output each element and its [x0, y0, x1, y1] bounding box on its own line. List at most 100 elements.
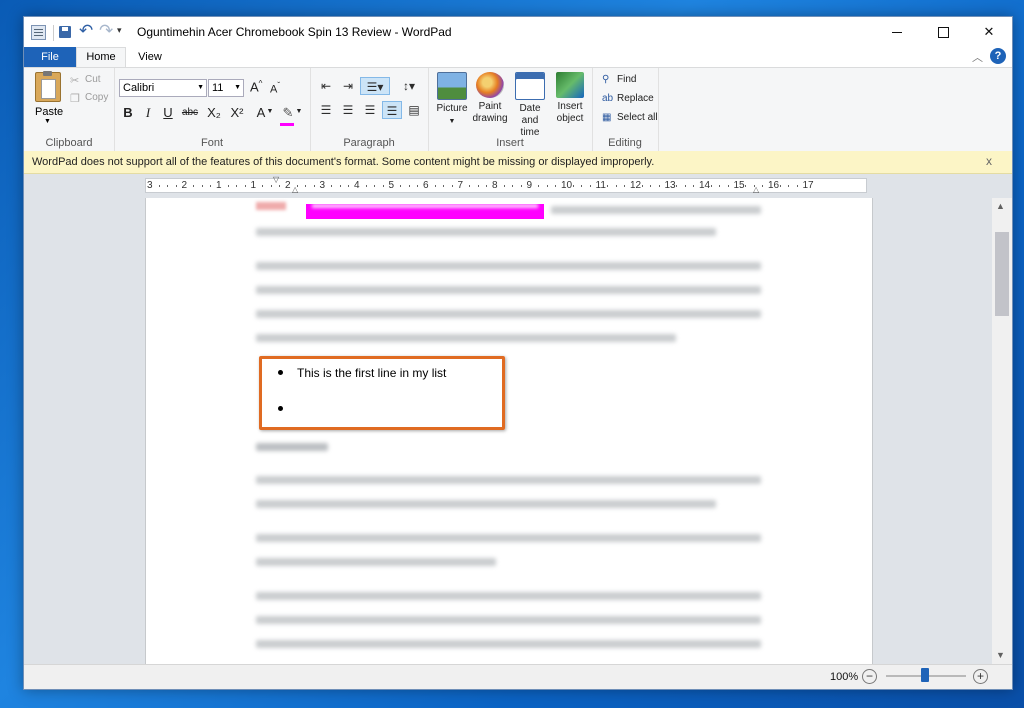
ruler-number: 10	[561, 180, 573, 191]
ruler-tick	[400, 185, 402, 187]
undo-icon[interactable]: ↶	[79, 22, 95, 39]
underline-button[interactable]: U	[160, 105, 176, 120]
help-icon[interactable]: ?	[990, 48, 1006, 64]
highlight-dropdown-icon[interactable]: ▼	[295, 108, 303, 115]
copy-icon: ❐	[70, 93, 80, 105]
ruler-tick	[684, 185, 686, 187]
customize-quick-access-icon[interactable]: ▾	[117, 25, 133, 41]
ruler-tick	[175, 185, 177, 187]
line-spacing-icon[interactable]: ↕▾	[396, 77, 422, 95]
scrollbar-thumb[interactable]	[995, 232, 1009, 316]
tab-home[interactable]: Home	[76, 47, 126, 67]
blurred-text-line	[256, 286, 761, 294]
font-size-select[interactable]: 11 ▼	[208, 79, 244, 97]
ruler-tick	[382, 185, 384, 187]
first-line-indent-marker[interactable]: ▽	[273, 175, 279, 184]
superscript-button[interactable]: X²	[227, 105, 247, 120]
bullet-list-icon[interactable]: ☰▾	[360, 77, 390, 95]
ruler-tick	[305, 185, 307, 187]
scissors-icon: ✂	[70, 75, 80, 87]
insert-object-label-1: Insert	[557, 101, 583, 112]
redo-icon[interactable]: ↷	[99, 22, 115, 39]
document-page[interactable]: This is the first line in my list	[145, 198, 873, 664]
italic-button[interactable]: I	[140, 105, 156, 121]
increase-indent-icon[interactable]: ⇥	[338, 77, 358, 95]
strikethrough-button[interactable]: abc	[180, 107, 200, 118]
save-icon[interactable]	[59, 26, 71, 38]
grow-font-button[interactable]: A^	[250, 79, 262, 94]
minimize-button[interactable]	[874, 17, 920, 47]
tab-view[interactable]: View	[130, 47, 170, 67]
ruler-tick	[210, 185, 212, 187]
insert-group-label: Insert	[496, 137, 524, 149]
paste-button[interactable]: Paste	[35, 106, 63, 118]
font-family-select[interactable]: Calibri ▼	[119, 79, 207, 97]
insert-object-button[interactable]: Insert object	[550, 72, 590, 125]
subscript-button[interactable]: X₂	[204, 105, 224, 120]
decrease-indent-icon[interactable]: ⇤	[316, 77, 336, 95]
ruler-tick	[503, 185, 505, 187]
ruler-tick	[434, 185, 436, 187]
copy-button[interactable]: Copy	[85, 92, 108, 103]
status-bar: 100% − +	[24, 664, 1012, 689]
picture-button[interactable]: Picture ▼	[432, 72, 472, 128]
maximize-button[interactable]	[920, 17, 966, 47]
zoom-out-button[interactable]: −	[862, 669, 877, 684]
select-all-button[interactable]: ▦ Select all	[602, 112, 658, 123]
ruler-number: 4	[354, 180, 360, 191]
zoom-in-button[interactable]: +	[973, 669, 988, 684]
close-button[interactable]: ✕	[966, 17, 1012, 47]
list-item-1[interactable]: This is the first line in my list	[297, 366, 446, 380]
scroll-down-icon[interactable]: ▼	[996, 650, 1005, 660]
ruler-tick	[753, 185, 755, 187]
font-group: Calibri ▼ 11 ▼ A^ Aˇ B I U abc X₂ X² A ▼…	[114, 68, 311, 152]
tab-file[interactable]: File	[24, 47, 76, 67]
zoom-slider-thumb[interactable]	[921, 668, 929, 682]
paste-dropdown-icon[interactable]: ▼	[44, 118, 51, 125]
ruler-tick	[339, 185, 341, 187]
shrink-font-button[interactable]: Aˇ	[270, 81, 280, 96]
infobar-close-button[interactable]: x	[986, 154, 992, 168]
wordpad-app-icon[interactable]	[31, 25, 46, 40]
ruler-number: 15	[733, 180, 745, 191]
ruler-area: ▽ △ △ 3 2 1 1 2 3 4 5 6 7 8 9 10 11 12 13 14 15 16 17	[24, 174, 1012, 198]
paste-icon[interactable]	[35, 71, 61, 102]
ruler-tick	[313, 185, 315, 187]
cut-button[interactable]: Cut	[85, 74, 101, 85]
grow-font-label: A	[250, 79, 259, 95]
vertical-scrollbar[interactable]: ▲ ▼	[992, 198, 1012, 664]
align-right-icon[interactable]: ☰	[360, 101, 380, 119]
blurred-text-line	[256, 534, 761, 542]
collapse-ribbon-icon[interactable]: ︿	[972, 49, 983, 65]
ruler-tick	[236, 185, 238, 187]
paragraph-settings-icon[interactable]: ▤	[404, 101, 424, 119]
ruler-tick	[331, 185, 333, 187]
ruler[interactable]: ▽ △ △ 3 2 1 1 2 3 4 5 6 7 8 9 10 11 12 13 14 15 16 17	[145, 175, 867, 194]
highlight-button[interactable]: ✎	[280, 105, 296, 121]
bold-button[interactable]: B	[120, 105, 136, 120]
align-left-icon[interactable]: ☰	[316, 101, 336, 119]
date-time-button[interactable]: Date and time	[510, 72, 550, 139]
bullet-point	[278, 406, 283, 411]
ruler-number: 8	[492, 180, 498, 191]
ruler-tick	[710, 185, 712, 187]
blurred-text-line	[256, 310, 761, 318]
ruler-tick	[227, 185, 229, 187]
ruler-tick	[365, 185, 367, 187]
replace-button[interactable]: ab Replace	[602, 93, 654, 104]
find-button[interactable]: ⚲ Find	[602, 74, 636, 85]
ruler-tick	[296, 185, 298, 187]
ruler-number: 1	[250, 180, 257, 191]
highlight-color-swatch	[280, 123, 294, 126]
ribbon: Paste ▼ ✂ Cut ❐ Copy Clipboard Calibri ▼…	[24, 67, 1012, 153]
font-color-dropdown-icon[interactable]: ▼	[266, 108, 274, 115]
align-center-icon[interactable]: ☰	[338, 101, 358, 119]
ruler-tick	[201, 185, 203, 187]
paint-drawing-button[interactable]: Paint drawing	[470, 72, 510, 125]
ruler-tick	[719, 185, 721, 187]
scroll-up-icon[interactable]: ▲	[996, 201, 1005, 211]
date-time-label-1: Date and	[519, 103, 541, 126]
clipboard-group: Paste ▼ ✂ Cut ❐ Copy Clipboard	[24, 68, 115, 152]
justify-icon[interactable]: ☰	[382, 101, 402, 119]
clipboard-group-label: Clipboard	[45, 137, 93, 149]
